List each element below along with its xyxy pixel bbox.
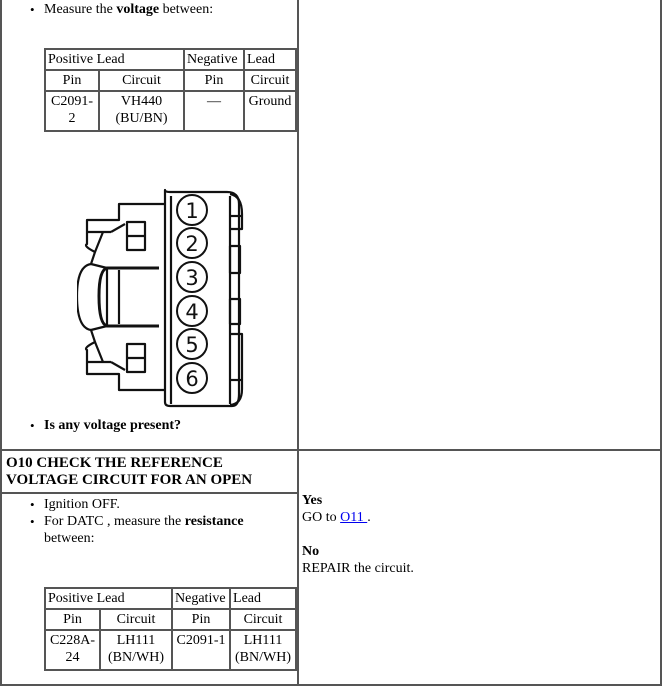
resistance-leads-table: Positive Lead Negative Lead Pin Circuit … (43, 587, 298, 671)
pin-2-label: 2 (185, 232, 198, 256)
voltage-leads-table: Positive Lead Negative Lead Pin Circuit … (43, 48, 298, 132)
results-block: Yes GO to O11 . No REPAIR the circuit. (299, 492, 660, 577)
table-row: C2091-2 VH440 (BU/BN) — Ground (44, 90, 298, 132)
pin-4-label: 4 (185, 300, 198, 324)
negative-circuit-cell: LH111 (BN/WH) (229, 629, 298, 671)
negative-circuit-cell: Ground (243, 90, 298, 132)
connector-6-pin-diagram-icon: 1 2 3 4 5 6 (75, 188, 244, 408)
circuit-subheader: Circuit (98, 608, 174, 631)
positive-circuit-cell: VH440 (BU/BN) (97, 90, 186, 132)
circuit-subheader: Circuit (229, 608, 298, 631)
negative-pin-cell: C2091-1 (171, 629, 232, 671)
leads-subheader-row: Pin Circuit Pin Circuit (44, 69, 298, 92)
positive-circuit-cell: LH111 (BN/WH) (98, 629, 174, 671)
pin-subheader: Pin (44, 608, 101, 631)
step-o9-question-list: Is any voltage present? (2, 417, 297, 434)
step-o10-results-cell: Yes GO to O11 . No REPAIR the circuit. (297, 449, 662, 686)
step-o9-list: Measure the voltage between: (2, 1, 297, 18)
pin-subheader: Pin (44, 69, 100, 92)
lead-header: Lead (229, 587, 298, 610)
positive-lead-header: Positive Lead (43, 587, 174, 610)
step-o9-row: Measure the voltage between: Positive Le… (0, 0, 662, 451)
pinpoint-test-table: Measure the voltage between: Positive Le… (0, 0, 662, 686)
step-o10-heading-row: O10 CHECK THE REFERENCE VOLTAGE CIRCUIT … (0, 449, 662, 686)
latch-tab (229, 192, 244, 231)
step-o10-heading-cell: O10 CHECK THE REFERENCE VOLTAGE CIRCUIT … (0, 449, 299, 494)
step-o9-instructions-cell: Measure the voltage between: Positive Le… (0, 0, 299, 451)
step-o9-measure-voltage: Measure the voltage between: (30, 1, 297, 18)
goto-o11-link[interactable]: O11 (340, 510, 367, 525)
negative-header: Negative (183, 48, 246, 71)
procedure-table-frame: Measure the voltage between: Positive Le… (0, 0, 664, 686)
table-row: C228A-24 LH111 (BN/WH) C2091-1 LH111 (BN… (44, 629, 298, 671)
yes-action: GO to O11 . (302, 510, 371, 525)
pin-3-label: 3 (185, 266, 198, 290)
negative-pin-cell: — (183, 90, 246, 132)
leads-subheader-row: Pin Circuit Pin Circuit (44, 608, 298, 631)
leads-header-row: Positive Lead Negative Lead (43, 587, 298, 610)
pin-subheader: Pin (183, 69, 246, 92)
latch-tab (229, 332, 244, 407)
positive-pin-cell: C2091-2 (44, 90, 100, 132)
positive-pin-cell: C228A-24 (44, 629, 101, 671)
step-o9-results-cell (297, 0, 662, 451)
circuit-subheader: Circuit (243, 69, 298, 92)
negative-header: Negative (171, 587, 232, 610)
step-o10-list: Ignition OFF. For DATC , measure the res… (2, 496, 297, 547)
pin-1-label: 1 (185, 199, 198, 223)
leads-header-row: Positive Lead Negative Lead (43, 48, 298, 71)
step-o10-heading: O10 CHECK THE REFERENCE VOLTAGE CIRCUIT … (6, 455, 253, 488)
step-o10-measure-resistance: For DATC , measure the resistance betwee… (30, 513, 297, 547)
pin-6-label: 6 (185, 367, 198, 391)
yes-label: Yes (302, 493, 323, 508)
lead-header: Lead (243, 48, 298, 71)
pin-subheader: Pin (171, 608, 232, 631)
pin-5-label: 5 (185, 333, 198, 357)
step-o9-question: Is any voltage present? (30, 417, 297, 434)
step-o10-instructions-cell: Ignition OFF. For DATC , measure the res… (0, 492, 299, 686)
no-label: No (302, 544, 320, 559)
circuit-subheader: Circuit (97, 69, 186, 92)
no-action: REPAIR the circuit. (302, 561, 414, 576)
step-o10-ignition-off: Ignition OFF. (30, 496, 297, 513)
positive-lead-header: Positive Lead (43, 48, 186, 71)
